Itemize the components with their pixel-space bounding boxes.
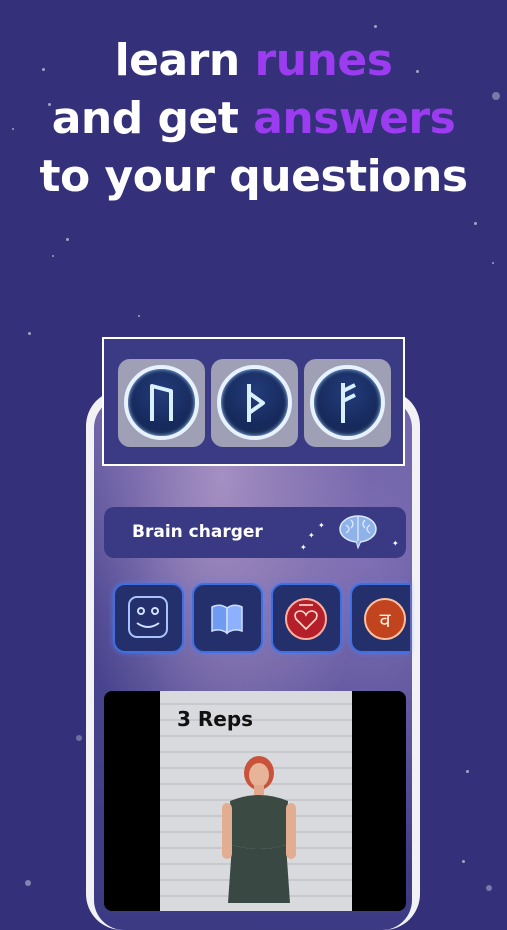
brain-icon	[339, 515, 377, 550]
instructor-figure	[222, 756, 296, 903]
open-book-icon	[211, 604, 243, 635]
category-tile-book[interactable]	[192, 583, 263, 653]
brain-charger-card[interactable]: Brain charger ✦ ✦ ✦ ✦	[104, 507, 406, 558]
rune-tile-2[interactable]	[211, 359, 298, 447]
headline-line-3: to your questions	[39, 151, 468, 202]
rune-ansuz-icon	[341, 383, 356, 423]
svg-text:व: व	[379, 608, 391, 632]
rune-tile-1[interactable]	[118, 359, 205, 447]
category-tile-sacral-chakra[interactable]: व	[350, 583, 410, 653]
category-tile-heart-chakra[interactable]	[271, 583, 342, 653]
headline-line-2: and get answers	[51, 93, 456, 144]
headline-line-1: learn runes	[114, 35, 393, 86]
heart-chakra-icon	[285, 598, 327, 640]
rune-strip	[102, 337, 405, 466]
exercise-video[interactable]: 3 Reps	[104, 691, 406, 911]
smiley-face-icon	[128, 596, 168, 638]
brain-charger-label: Brain charger	[132, 522, 263, 542]
category-tile-smiley[interactable]	[113, 583, 184, 653]
rune-uruz-icon	[150, 384, 173, 421]
headline: learn runes and get answers to your ques…	[0, 32, 507, 206]
rune-thurisaz-icon	[247, 384, 265, 422]
sacral-chakra-icon: व	[364, 598, 406, 640]
reps-label: 3 Reps	[177, 707, 254, 731]
rune-tile-3[interactable]	[304, 359, 391, 447]
